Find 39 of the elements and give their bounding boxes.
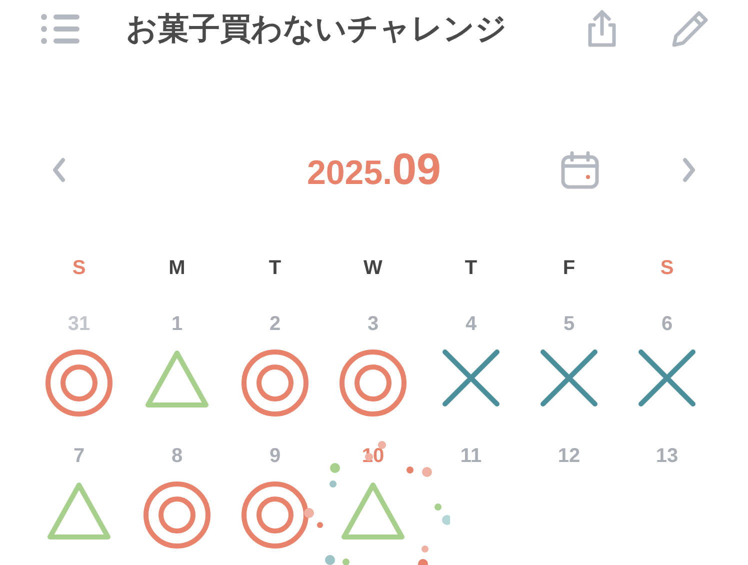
date-number: 9 [269,444,281,468]
double-circle-icon[interactable] [339,349,407,417]
weekday-label: T [464,256,478,280]
pencil-icon[interactable] [670,9,710,49]
date-number: 1 [171,312,183,336]
date-number: 6 [661,312,673,336]
date-number: 12 [558,444,580,468]
date-number: 5 [563,312,575,336]
date-number: 7 [73,444,85,468]
weekday-label: S [659,256,675,280]
menu-icon[interactable] [40,13,80,45]
date-number: 2 [269,312,281,336]
triangle-icon[interactable] [46,481,112,541]
triangle-icon[interactable] [144,349,210,409]
chevron-left-icon[interactable] [52,157,66,183]
cross-icon[interactable] [638,349,696,407]
double-circle-icon[interactable] [241,349,309,417]
weekday-label: T [268,256,282,280]
year-label: 2025. [306,154,392,193]
date-number: 31 [68,312,90,336]
cross-icon[interactable] [540,349,598,407]
date-number: 3 [367,312,379,336]
date-number: 13 [656,444,678,468]
weekday-label: W [362,256,384,280]
double-circle-icon[interactable] [241,481,309,549]
double-circle-icon[interactable] [45,349,113,417]
calendar-icon[interactable] [560,150,600,190]
double-circle-icon[interactable] [143,481,211,549]
cross-icon[interactable] [442,349,500,407]
chevron-right-icon[interactable] [682,157,696,183]
month-label: 09 [392,145,442,195]
page-title: お菓子買わないチャレンジ [126,10,507,49]
weekday-label: S [71,256,87,280]
triangle-icon[interactable] [340,481,406,541]
weekday-label: M [168,256,186,280]
weekday-label: F [562,256,576,280]
date-number: 8 [171,444,183,468]
date-number: 4 [465,312,477,336]
date-number: 11 [460,444,482,468]
